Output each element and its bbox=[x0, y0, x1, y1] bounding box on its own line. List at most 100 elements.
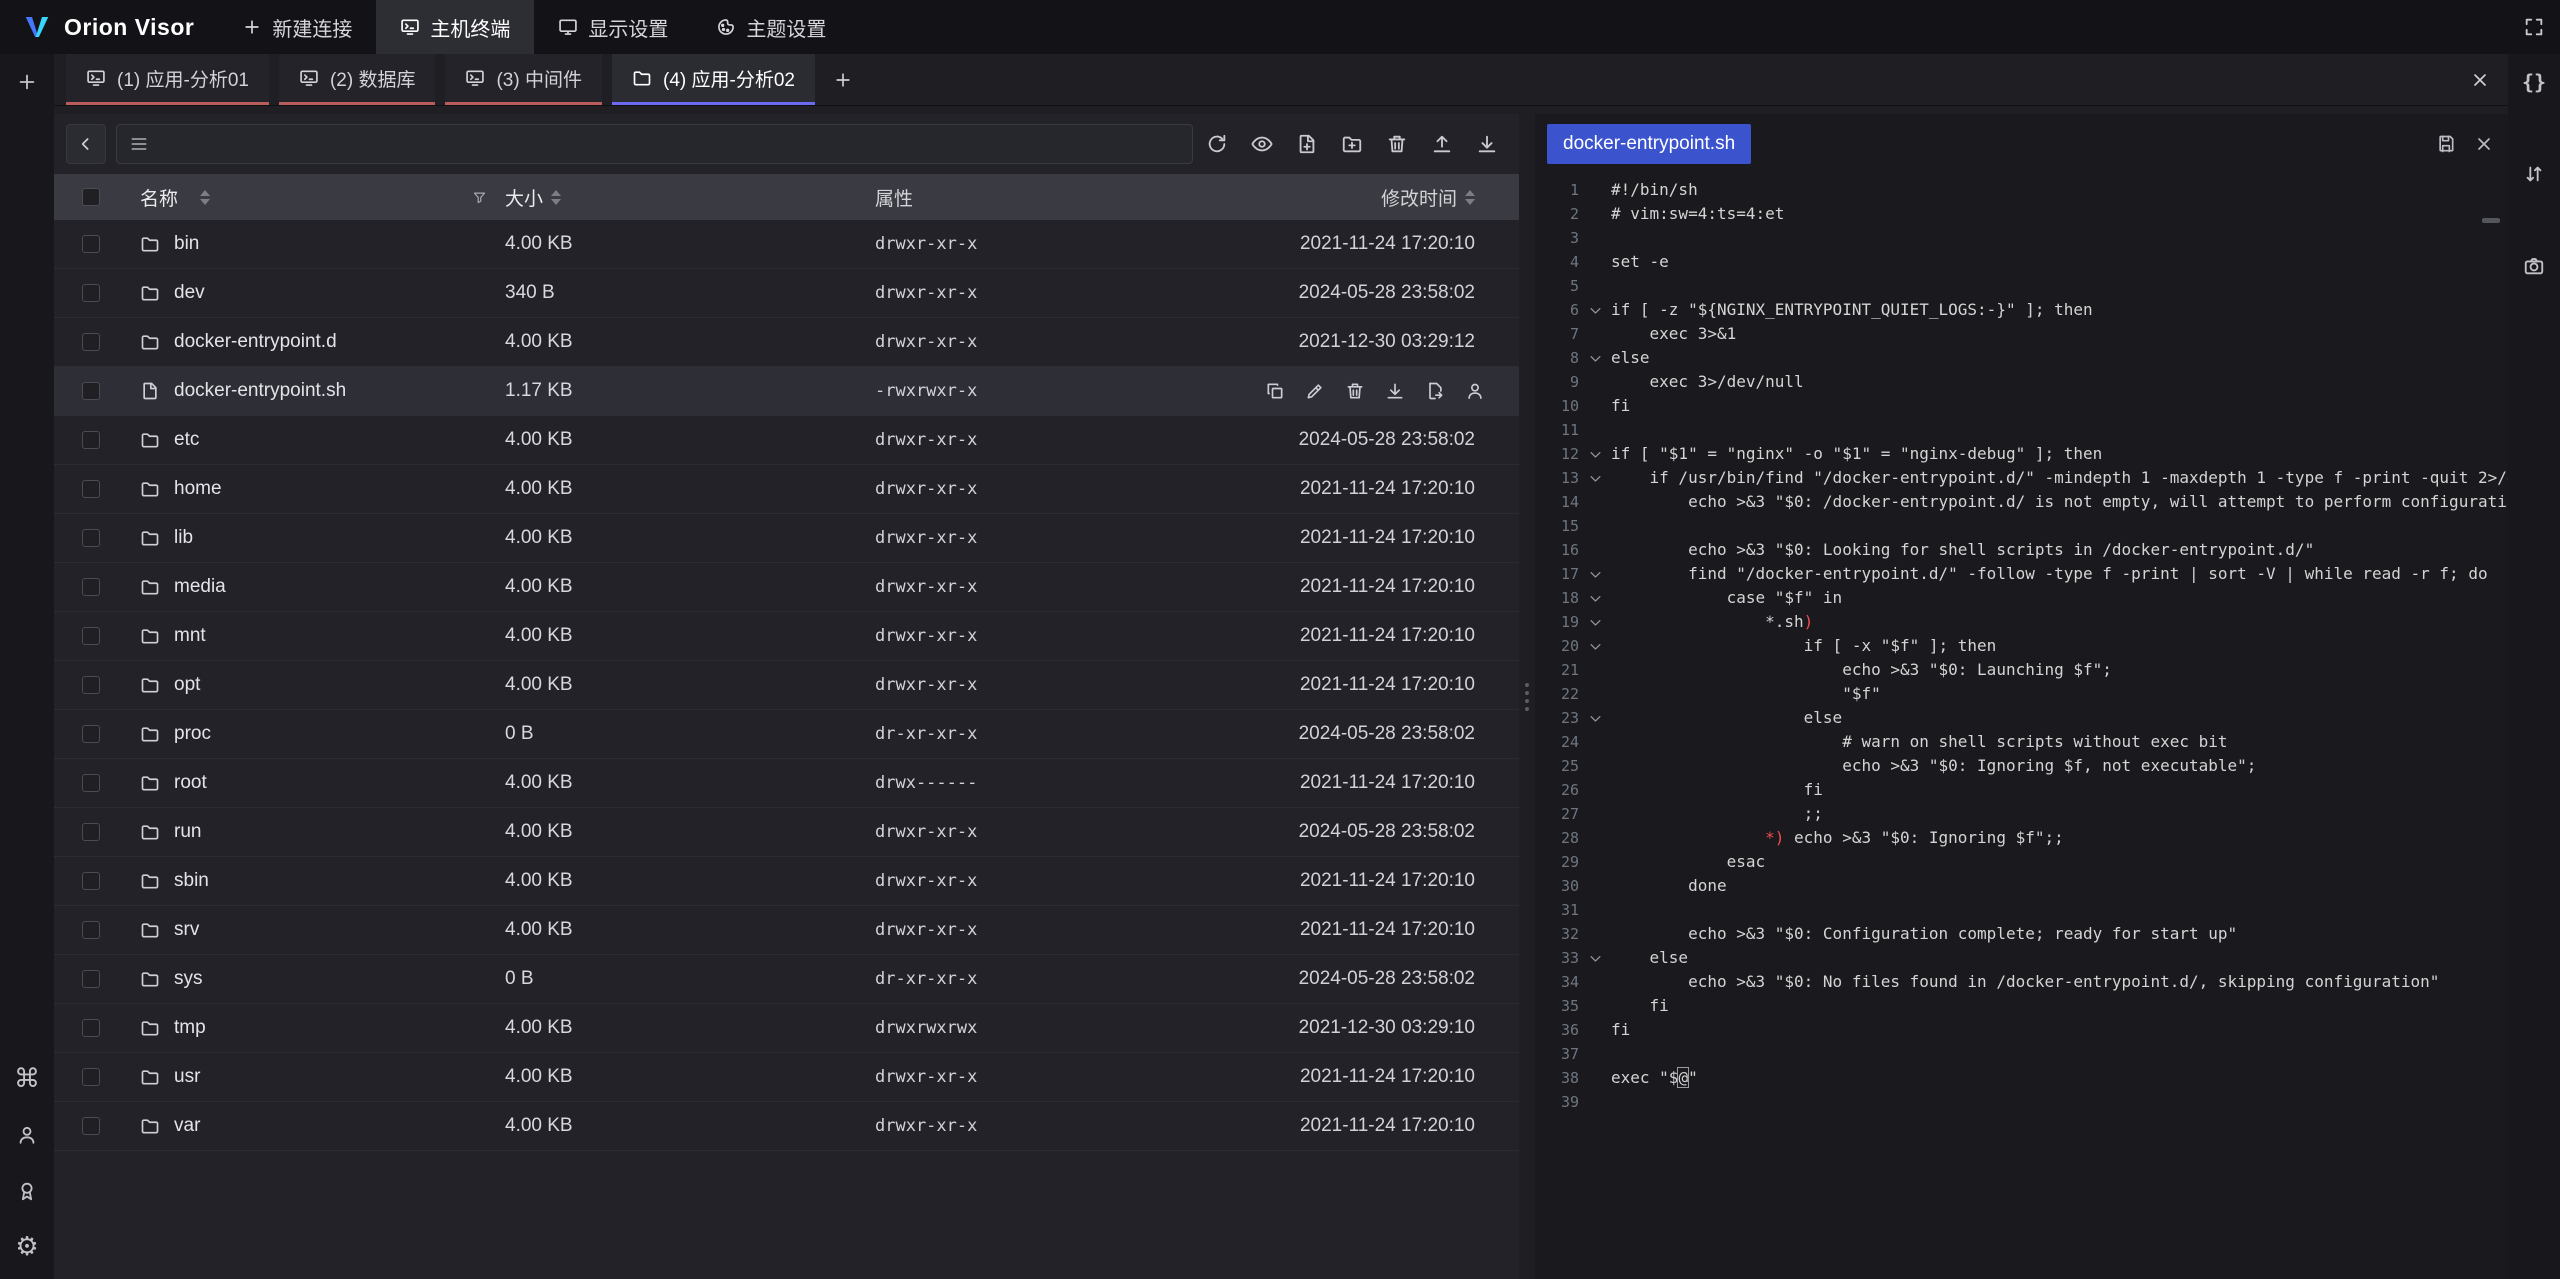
row-checkbox[interactable] bbox=[82, 725, 100, 743]
permission-button[interactable] bbox=[1465, 381, 1485, 401]
row-checkbox[interactable] bbox=[82, 872, 100, 890]
file-row[interactable]: docker-entrypoint.sh1.17 KB-rwxrwxr-x bbox=[54, 367, 1519, 416]
row-checkbox[interactable] bbox=[82, 284, 100, 302]
new-file-button[interactable] bbox=[1293, 130, 1321, 158]
row-checkbox[interactable] bbox=[82, 480, 100, 498]
file-name[interactable]: sys bbox=[174, 968, 203, 990]
keyboard-shortcut-icon[interactable]: ⌘ bbox=[13, 1065, 41, 1093]
file-row[interactable]: tmp4.00 KBdrwxrwxrwx2021-12-30 03:29:10 bbox=[54, 1004, 1519, 1053]
menu-item-host-terminal[interactable]: 主机终端 bbox=[376, 0, 534, 54]
session-tab-2[interactable]: (2) 数据库 bbox=[279, 54, 436, 105]
move-button[interactable] bbox=[1425, 381, 1445, 401]
file-name[interactable]: mnt bbox=[174, 625, 206, 647]
delete-button[interactable] bbox=[1345, 381, 1365, 401]
download-button[interactable] bbox=[1473, 130, 1501, 158]
row-checkbox[interactable] bbox=[82, 529, 100, 547]
file-name[interactable]: run bbox=[174, 821, 201, 843]
row-checkbox[interactable] bbox=[82, 1019, 100, 1037]
delete-button[interactable] bbox=[1383, 130, 1411, 158]
session-tab-3[interactable]: (3) 中间件 bbox=[445, 54, 602, 105]
save-icon[interactable] bbox=[2436, 134, 2456, 154]
fold-chevron-icon[interactable] bbox=[1588, 447, 1603, 462]
file-name[interactable]: media bbox=[174, 576, 226, 598]
column-header-time[interactable]: 修改时间 bbox=[1245, 184, 1519, 211]
fold-chevron-icon[interactable] bbox=[1588, 711, 1603, 726]
row-checkbox[interactable] bbox=[82, 676, 100, 694]
code-editor[interactable]: 1#!/bin/sh2# vim:sw=4:ts=4:et34set -e56i… bbox=[1535, 174, 2508, 1279]
file-row[interactable]: run4.00 KBdrwxr-xr-x2024-05-28 23:58:02 bbox=[54, 808, 1519, 857]
file-row[interactable]: bin4.00 KBdrwxr-xr-x2021-11-24 17:20:10 bbox=[54, 220, 1519, 269]
menu-item-new-connection[interactable]: 新建连接 bbox=[218, 0, 376, 54]
fullscreen-button[interactable] bbox=[2523, 16, 2545, 38]
row-checkbox[interactable] bbox=[82, 235, 100, 253]
fold-chevron-icon[interactable] bbox=[1588, 471, 1603, 486]
download-button[interactable] bbox=[1385, 381, 1405, 401]
row-checkbox[interactable] bbox=[82, 823, 100, 841]
row-checkbox[interactable] bbox=[82, 333, 100, 351]
session-tab-4[interactable]: (4) 应用-分析02 bbox=[612, 54, 815, 105]
new-folder-button[interactable] bbox=[1338, 130, 1366, 158]
copy-button[interactable] bbox=[1265, 381, 1285, 401]
editor-close-icon[interactable] bbox=[2474, 134, 2494, 154]
file-row[interactable]: mnt4.00 KBdrwxr-xr-x2021-11-24 17:20:10 bbox=[54, 612, 1519, 661]
file-row[interactable]: root4.00 KBdrwx------2021-11-24 17:20:10 bbox=[54, 759, 1519, 808]
file-row[interactable]: lib4.00 KBdrwxr-xr-x2021-11-24 17:20:10 bbox=[54, 514, 1519, 563]
fold-chevron-icon[interactable] bbox=[1588, 303, 1603, 318]
file-row[interactable]: media4.00 KBdrwxr-xr-x2021-11-24 17:20:1… bbox=[54, 563, 1519, 612]
row-checkbox[interactable] bbox=[82, 627, 100, 645]
filter-icon[interactable] bbox=[472, 190, 487, 205]
file-name[interactable]: home bbox=[174, 478, 222, 500]
fold-chevron-icon[interactable] bbox=[1588, 639, 1603, 654]
fold-chevron-icon[interactable] bbox=[1588, 615, 1603, 630]
settings-gear-icon[interactable]: ⚙ bbox=[13, 1233, 41, 1261]
user-icon[interactable] bbox=[13, 1121, 41, 1149]
file-name[interactable]: dev bbox=[174, 282, 205, 304]
upload-button[interactable] bbox=[1428, 130, 1456, 158]
file-row[interactable]: usr4.00 KBdrwxr-xr-x2021-11-24 17:20:10 bbox=[54, 1053, 1519, 1102]
file-name[interactable]: var bbox=[174, 1115, 200, 1137]
column-header-size[interactable]: 大小 bbox=[505, 184, 875, 211]
file-name[interactable]: srv bbox=[174, 919, 199, 941]
file-row[interactable]: opt4.00 KBdrwxr-xr-x2021-11-24 17:20:10 bbox=[54, 661, 1519, 710]
row-checkbox[interactable] bbox=[82, 970, 100, 988]
new-session-button[interactable] bbox=[13, 68, 41, 96]
row-checkbox[interactable] bbox=[82, 431, 100, 449]
file-name[interactable]: opt bbox=[174, 674, 200, 696]
file-row[interactable]: sys0 Bdr-xr-xr-x2024-05-28 23:58:02 bbox=[54, 955, 1519, 1004]
file-name[interactable]: lib bbox=[174, 527, 193, 549]
badge-icon[interactable] bbox=[13, 1177, 41, 1205]
file-name[interactable]: docker-entrypoint.sh bbox=[174, 380, 346, 402]
file-row[interactable]: var4.00 KBdrwxr-xr-x2021-11-24 17:20:10 bbox=[54, 1102, 1519, 1151]
file-name[interactable]: root bbox=[174, 772, 207, 794]
file-row[interactable]: srv4.00 KBdrwxr-xr-x2021-11-24 17:20:10 bbox=[54, 906, 1519, 955]
fold-chevron-icon[interactable] bbox=[1588, 951, 1603, 966]
file-name[interactable]: docker-entrypoint.d bbox=[174, 331, 337, 353]
row-checkbox[interactable] bbox=[82, 921, 100, 939]
menu-item-theme-settings[interactable]: 主题设置 bbox=[692, 0, 850, 54]
swap-vertical-icon[interactable] bbox=[2520, 160, 2548, 188]
menu-item-display-settings[interactable]: 显示设置 bbox=[534, 0, 692, 54]
row-checkbox[interactable] bbox=[82, 1117, 100, 1135]
path-input[interactable] bbox=[159, 133, 1180, 156]
row-checkbox[interactable] bbox=[82, 578, 100, 596]
preview-button[interactable] bbox=[1248, 130, 1276, 158]
edit-button[interactable] bbox=[1305, 381, 1325, 401]
fold-chevron-icon[interactable] bbox=[1588, 567, 1603, 582]
file-name[interactable]: usr bbox=[174, 1066, 200, 1088]
file-name[interactable]: tmp bbox=[174, 1017, 206, 1039]
screenshot-camera-icon[interactable] bbox=[2520, 252, 2548, 280]
panel-divider[interactable] bbox=[1519, 114, 1535, 1279]
fold-chevron-icon[interactable] bbox=[1588, 591, 1603, 606]
file-name[interactable]: bin bbox=[174, 233, 199, 255]
editor-scrollbar[interactable] bbox=[2482, 218, 2500, 223]
select-all-checkbox[interactable] bbox=[82, 188, 100, 206]
sort-icon[interactable] bbox=[551, 190, 561, 205]
refresh-button[interactable] bbox=[1203, 130, 1231, 158]
file-name[interactable]: proc bbox=[174, 723, 211, 745]
file-row[interactable]: home4.00 KBdrwxr-xr-x2021-11-24 17:20:10 bbox=[54, 465, 1519, 514]
fold-chevron-icon[interactable] bbox=[1588, 351, 1603, 366]
file-row[interactable]: docker-entrypoint.d4.00 KBdrwxr-xr-x2021… bbox=[54, 318, 1519, 367]
row-checkbox[interactable] bbox=[82, 382, 100, 400]
session-tab-1[interactable]: (1) 应用-分析01 bbox=[66, 54, 269, 105]
file-row[interactable]: dev340 Bdrwxr-xr-x2024-05-28 23:58:02 bbox=[54, 269, 1519, 318]
